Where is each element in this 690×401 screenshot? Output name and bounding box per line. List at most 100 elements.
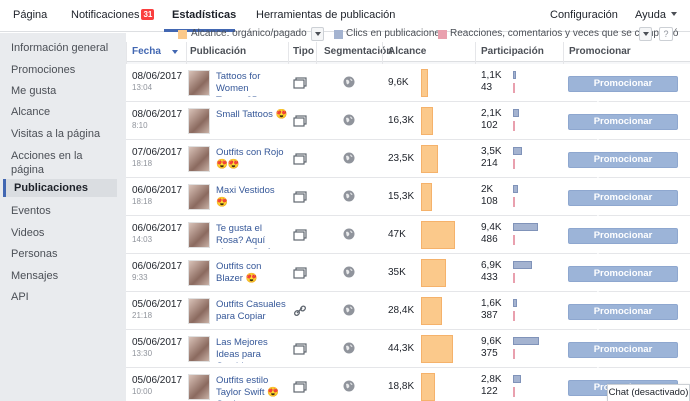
clicks-value: 2,8K [481,374,502,385]
sidebar-item-videos[interactable]: Videos [11,226,117,240]
promote-post-button[interactable]: Promocionar publicación [568,342,678,369]
engagement-metric-dropdown[interactable] [639,27,652,41]
legend-reach: Alcance: orgánico/pagado [191,28,307,39]
post-thumbnail[interactable] [188,222,210,248]
engagement-values: 6,9K 433 [481,260,502,284]
globe-icon[interactable] [343,190,355,202]
clicks-bar [513,185,518,193]
post-title-link[interactable]: Outfits estilo Taylor Swift 😍 Cual te [216,375,288,401]
post-title-link[interactable]: Small Tattoos 😍 [216,109,288,121]
tab-publishing-tools[interactable]: Herramientas de publicación [256,9,395,21]
promote-post-button[interactable]: Promocionar publicación [568,152,678,179]
table-row[interactable]: 05/06/2017 21:18 Outfits Casuales para Cop… [126,292,690,331]
tab-page[interactable]: Página [13,9,47,21]
tab-notifications[interactable]: Notificaciones 31 [71,9,155,21]
legend-swatch-clicks [334,30,343,39]
chat-tab[interactable]: Chat (desactivado) [607,384,690,401]
globe-icon[interactable] [343,266,355,278]
post-title-link[interactable]: Outfits con Rojo😍😍 [216,147,288,171]
engagement-values: 9,4K 486 [481,222,502,246]
reactions-bar [513,349,515,359]
photo-icon [293,381,307,393]
post-time: 13:04 [132,83,153,92]
globe-icon[interactable] [343,228,355,240]
reactions-bar [513,83,515,93]
globe-icon[interactable] [343,152,355,164]
table-row[interactable]: 06/06/201714:03 Te gusta el Rosa? Aquí al… [126,216,690,255]
post-thumbnail[interactable] [188,146,210,172]
globe-icon[interactable] [343,304,355,316]
sidebar-item-likes[interactable]: Me gusta [11,84,117,98]
globe-icon[interactable] [343,114,355,126]
post-thumbnail[interactable] [188,260,210,286]
post-title-link[interactable]: Outfits Casuales para Copiar [216,299,288,323]
globe-icon[interactable] [343,342,355,354]
settings-link[interactable]: Configuración [550,9,618,21]
clicks-bar [513,109,519,117]
sidebar-item-overview[interactable]: Información general [11,41,117,55]
help-label: Ayuda [635,9,666,21]
engagement-values: 2,8K 122 [481,374,502,398]
post-thumbnail[interactable] [188,298,210,324]
globe-icon[interactable] [343,380,355,392]
promote-post-button[interactable]: Promocionar publicación [568,190,678,217]
reach-bar [421,259,446,287]
post-time: 14:03 [132,235,153,244]
table-row[interactable]: 05/06/2017 10:00 Outfits estilo Taylor Swi… [126,368,690,401]
engagement-values: 2,1K 102 [481,108,502,132]
post-title-link[interactable]: Las Mejores Ideas para Combinar t [216,337,288,363]
post-thumbnail[interactable] [188,184,210,210]
globe-icon[interactable] [343,76,355,88]
reactions-value: 122 [481,386,498,397]
tab-insights[interactable]: Estadísticas [172,9,236,21]
post-date: 07/06/2017 [132,147,183,158]
table-row[interactable]: 08/06/2017 8:10 Small Tattoos 😍 16,3K 2,1K 10… [126,102,690,141]
promote-post-button[interactable]: Promocionar publicación [568,114,678,141]
engagement-values: 3,5K 214 [481,146,502,170]
clicks-value: 1,1K [481,70,502,81]
sidebar-item-posts[interactable]: Publicaciones [3,179,117,197]
promote-post-button[interactable]: Promocionar publicación [568,266,678,293]
post-thumbnail[interactable] [188,374,210,400]
sidebar-item-api[interactable]: API [11,290,117,304]
post-date: 05/06/2017 [132,375,183,386]
reactions-value: 433 [481,272,498,283]
reach-value: 16,3K [388,115,415,126]
reactions-value: 108 [481,196,498,207]
sidebar-item-messages[interactable]: Mensajes [11,269,117,283]
post-thumbnail[interactable] [188,336,210,362]
post-title-link[interactable]: Outfits con Blazer 😍 [216,261,288,285]
reach-bar [421,145,438,173]
chevron-down-icon [315,32,321,36]
chevron-down-icon [643,32,649,36]
post-date: 06/06/2017 [132,185,183,196]
sidebar-item-page-views[interactable]: Visitas a la página [11,127,117,141]
post-title-link[interactable]: Tattoos for Women Tattoos25 [216,71,288,97]
table-row[interactable]: 08/06/201713:04 Tattoos for Women Tattoos… [126,64,690,103]
post-title-link[interactable]: Maxi Vestidos 😍 [216,185,288,209]
sidebar-item-events[interactable]: Eventos [11,204,117,218]
table-row[interactable]: 07/06/2017 18:18 Outfits con Rojo😍😍 23,5K 3,… [126,140,690,179]
help-menu[interactable]: Ayuda [635,9,677,21]
post-thumbnail[interactable] [188,70,210,96]
post-date: 05/06/2017 [132,299,183,310]
table-row[interactable]: 06/06/2017 9:33 Outfits con Blazer 😍 35K 6,9… [126,254,690,293]
promote-post-button[interactable]: Promocionar publicación [568,76,678,103]
table-row[interactable]: 06/06/2017 18:18 Maxi Vestidos 😍 15,3K 2K 108… [126,178,690,217]
sidebar-item-reach[interactable]: Alcance [11,105,117,119]
post-time: 8:10 [132,121,148,130]
promote-post-button[interactable]: Promocionar publicación [568,304,678,331]
table-row[interactable]: 05/06/201713:30 Las Mejores Ideas para Co… [126,330,690,369]
column-header-date[interactable]: Fecha [132,46,161,57]
sidebar-item-people[interactable]: Personas [11,247,117,261]
reach-metric-dropdown[interactable] [311,27,324,41]
post-title-link[interactable]: Te gusta el Rosa? Aquí algunos Outf [216,223,288,249]
sidebar-item-page-actions[interactable]: Acciones en la página [11,149,117,177]
help-icon[interactable]: ? [659,27,673,41]
promote-post-button[interactable]: Promocionar publicación [568,228,678,255]
clicks-bar [513,337,539,345]
clicks-value: 9,6K [481,336,502,347]
reach-bar [421,335,453,363]
sidebar-item-promotions[interactable]: Promociones [11,63,117,77]
post-thumbnail[interactable] [188,108,210,134]
